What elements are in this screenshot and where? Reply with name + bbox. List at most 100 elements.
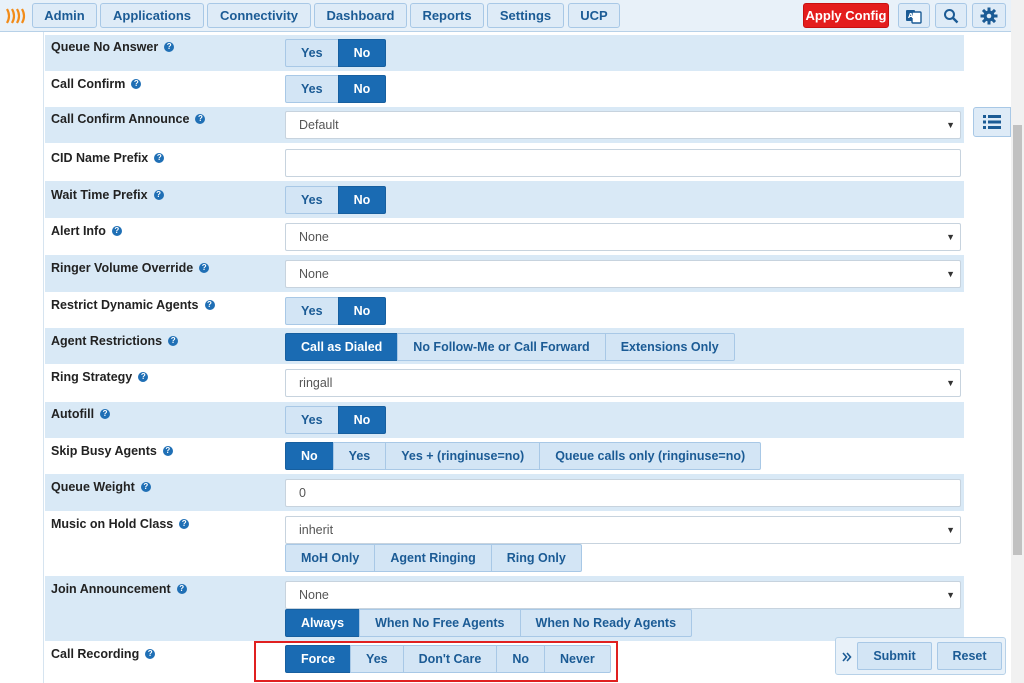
chevron-down-icon: ▼ <box>946 525 955 535</box>
row-wait-time-prefix: Wait Time Prefix? <box>45 181 964 218</box>
option-ring-only[interactable]: Ring Only <box>490 544 582 572</box>
select-value: None <box>299 230 329 244</box>
freepbx-logo-icon[interactable] <box>3 6 29 26</box>
chevron-down-icon: ▼ <box>946 269 955 279</box>
join-announcement-mode-toggle: Always When No Free Agents When No Ready… <box>285 609 693 637</box>
option-no[interactable]: No <box>285 442 334 470</box>
agent-restrictions-toggle: Call as Dialed No Follow-Me or Call Forw… <box>285 333 735 361</box>
submit-button[interactable]: Submit <box>857 642 932 670</box>
field-label: Call Confirm? <box>51 77 142 91</box>
nav-dashboard[interactable]: Dashboard <box>314 3 407 28</box>
select-value: Default <box>299 118 339 132</box>
ring-strategy-select[interactable]: ringall ▼ <box>285 369 961 397</box>
apply-config-button[interactable]: Apply Config <box>803 3 889 28</box>
help-icon[interactable]: ? <box>138 372 149 382</box>
nav-ucp[interactable]: UCP <box>568 3 620 28</box>
field-label: Agent Restrictions? <box>51 334 179 348</box>
chevron-down-icon: ▼ <box>946 120 955 130</box>
help-icon[interactable]: ? <box>199 263 210 273</box>
autofill-toggle: Yes No <box>285 406 387 434</box>
field-label: Queue Weight? <box>51 480 151 494</box>
field-label: Skip Busy Agents? <box>51 444 173 458</box>
help-icon[interactable]: ? <box>162 446 173 456</box>
field-label: Ring Strategy? <box>51 370 149 384</box>
help-icon[interactable]: ? <box>145 649 156 659</box>
queue-weight-input[interactable]: 0 <box>285 479 961 507</box>
option-yes[interactable]: Yes <box>332 442 387 470</box>
option-yes[interactable]: Yes <box>285 186 339 214</box>
help-icon[interactable]: ? <box>111 226 122 236</box>
field-label: Music on Hold Class? <box>51 517 190 531</box>
option-extensions-only[interactable]: Extensions Only <box>604 333 735 361</box>
nav-admin[interactable]: Admin <box>32 3 97 28</box>
input-value: 0 <box>299 486 306 500</box>
call-confirm-announce-select[interactable]: Default ▼ <box>285 111 961 139</box>
option-no-follow-me[interactable]: No Follow-Me or Call Forward <box>397 333 606 361</box>
search-icon[interactable] <box>935 3 967 28</box>
option-yes[interactable]: Yes <box>285 75 339 103</box>
gear-icon[interactable] <box>972 3 1006 28</box>
cid-name-prefix-input[interactable] <box>285 149 961 177</box>
music-on-hold-class-select[interactable]: inherit ▼ <box>285 516 961 544</box>
field-label: Queue No Answer? <box>51 40 175 54</box>
field-label: Ringer Volume Override? <box>51 261 210 275</box>
option-always[interactable]: Always <box>285 609 361 637</box>
music-on-hold-mode-toggle: MoH Only Agent Ringing Ring Only <box>285 544 582 572</box>
double-chevron-right-icon[interactable] <box>842 652 852 662</box>
option-queue-calls-only[interactable]: Queue calls only (ringinuse=no) <box>539 442 762 470</box>
help-icon[interactable]: ? <box>176 584 187 594</box>
field-label: Call Confirm Announce? <box>51 112 206 126</box>
option-yes[interactable]: Yes <box>285 297 339 325</box>
option-no[interactable]: No <box>337 297 387 325</box>
option-no[interactable]: No <box>337 406 387 434</box>
field-label: Join Announcement? <box>51 582 187 596</box>
list-icon[interactable] <box>973 107 1011 137</box>
row-queue-no-answer: Queue No Answer? <box>45 35 964 71</box>
ringer-volume-override-select[interactable]: None ▼ <box>285 260 961 288</box>
reset-button[interactable]: Reset <box>937 642 1002 670</box>
select-value: None <box>299 588 329 602</box>
option-no[interactable]: No <box>337 75 387 103</box>
wait-time-prefix-toggle: Yes No <box>285 186 387 214</box>
help-icon[interactable]: ? <box>164 42 175 52</box>
nav-connectivity[interactable]: Connectivity <box>207 3 311 28</box>
option-agent-ringing[interactable]: Agent Ringing <box>374 544 492 572</box>
scrollbar-thumb[interactable] <box>1013 125 1022 555</box>
row-call-confirm: Call Confirm? <box>45 71 964 107</box>
option-when-no-ready-agents[interactable]: When No Ready Agents <box>519 609 693 637</box>
alert-info-select[interactable]: None ▼ <box>285 223 961 251</box>
chevron-down-icon: ▼ <box>946 378 955 388</box>
join-announcement-select[interactable]: None ▼ <box>285 581 961 609</box>
help-icon[interactable]: ? <box>131 79 142 89</box>
option-no[interactable]: No <box>337 186 387 214</box>
call-recording-highlight-box <box>254 641 618 682</box>
help-icon[interactable]: ? <box>195 114 206 124</box>
help-icon[interactable]: ? <box>154 153 165 163</box>
select-value: inherit <box>299 523 334 537</box>
nav-settings[interactable]: Settings <box>487 3 564 28</box>
select-value: None <box>299 267 329 281</box>
field-label: CID Name Prefix? <box>51 151 165 165</box>
option-no[interactable]: No <box>337 39 387 67</box>
help-icon[interactable]: ? <box>140 482 151 492</box>
row-autofill: Autofill? <box>45 402 964 438</box>
help-icon[interactable]: ? <box>153 190 164 200</box>
select-value: ringall <box>299 376 333 390</box>
option-moh-only[interactable]: MoH Only <box>285 544 376 572</box>
help-icon[interactable]: ? <box>204 300 215 310</box>
option-call-as-dialed[interactable]: Call as Dialed <box>285 333 399 361</box>
call-confirm-toggle: Yes No <box>285 75 387 103</box>
content-divider <box>43 32 44 683</box>
help-icon[interactable]: ? <box>179 519 190 529</box>
option-when-no-free-agents[interactable]: When No Free Agents <box>359 609 521 637</box>
field-label: Alert Info? <box>51 224 122 238</box>
translate-icon[interactable]: A <box>898 3 930 28</box>
help-icon[interactable]: ? <box>168 336 179 346</box>
help-icon[interactable]: ? <box>100 409 111 419</box>
nav-reports[interactable]: Reports <box>410 3 484 28</box>
option-yes-ringinuse[interactable]: Yes + (ringinuse=no) <box>385 442 541 470</box>
nav-applications[interactable]: Applications <box>100 3 204 28</box>
chevron-down-icon: ▼ <box>946 590 955 600</box>
option-yes[interactable]: Yes <box>285 406 339 434</box>
option-yes[interactable]: Yes <box>285 39 339 67</box>
